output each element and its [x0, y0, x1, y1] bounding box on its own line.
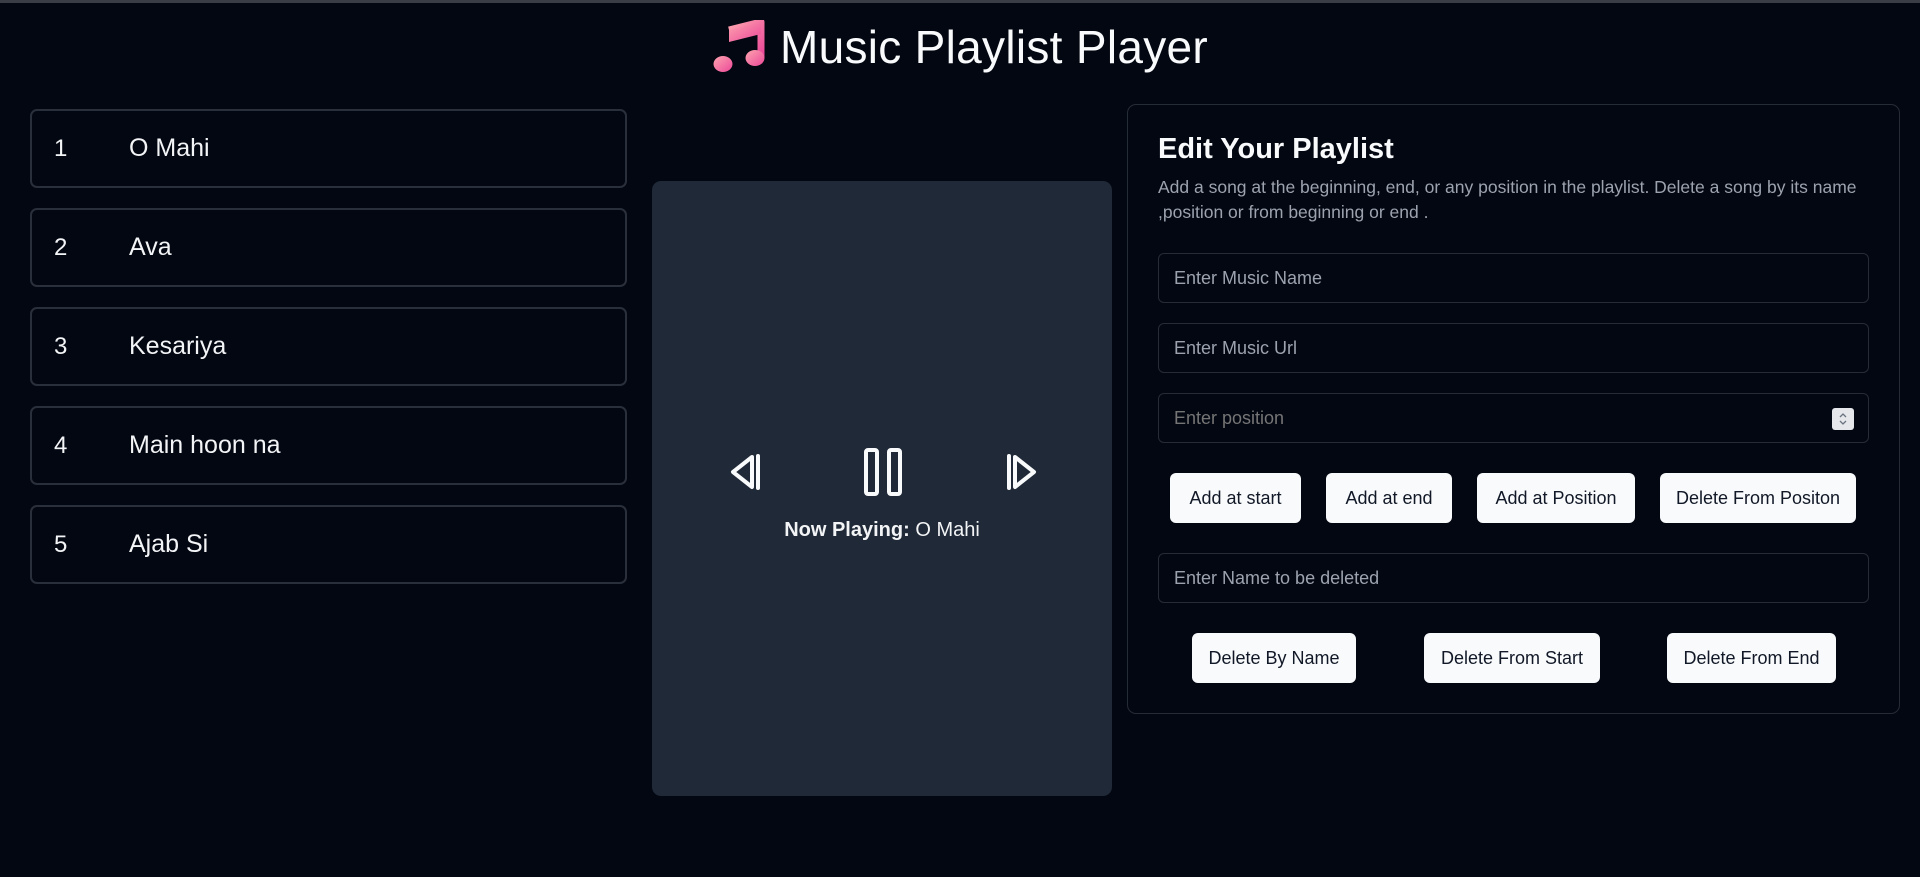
- window-top-border: [0, 0, 1920, 3]
- position-input[interactable]: [1159, 394, 1868, 442]
- playlist: 1 O Mahi 2 Ava 3 Kesariya 4 Main hoon na…: [30, 109, 627, 604]
- editor-description: Add a song at the beginning, end, or any…: [1158, 177, 1857, 222]
- delete-from-position-button[interactable]: Delete From Positon: [1660, 473, 1856, 523]
- song-number: 2: [54, 233, 68, 261]
- editor-title: Edit Your Playlist: [1158, 133, 1394, 165]
- player-panel: Now Playing: O Mahi: [652, 181, 1112, 796]
- playlist-item[interactable]: 3 Kesariya: [30, 307, 627, 386]
- skip-next-icon[interactable]: [999, 439, 1045, 505]
- page-title: Music Playlist Player: [779, 21, 1209, 73]
- pause-icon[interactable]: [858, 439, 908, 505]
- app-header: Music Playlist Player: [0, 14, 1920, 80]
- song-number: 4: [54, 431, 68, 459]
- song-name: Ajab Si: [129, 530, 209, 558]
- add-at-start-button[interactable]: Add at start: [1170, 473, 1301, 523]
- playlist-item[interactable]: 1 O Mahi: [30, 109, 627, 188]
- song-name: Ava: [129, 233, 172, 261]
- position-field: [1158, 393, 1869, 443]
- delete-from-end-button[interactable]: Delete From End: [1667, 633, 1836, 683]
- now-playing-song: O Mahi: [915, 519, 980, 541]
- song-name: Main hoon na: [129, 431, 281, 459]
- playlist-item[interactable]: 4 Main hoon na: [30, 406, 627, 485]
- now-playing-label: Now Playing:: [784, 519, 910, 541]
- delete-by-name-button[interactable]: Delete By Name: [1192, 633, 1356, 683]
- song-number: 1: [54, 134, 68, 162]
- now-playing: Now Playing: O Mahi: [652, 519, 1112, 542]
- number-stepper[interactable]: [1832, 408, 1854, 430]
- song-name: Kesariya: [129, 332, 227, 360]
- delete-from-start-button[interactable]: Delete From Start: [1424, 633, 1600, 683]
- playlist-item[interactable]: 5 Ajab Si: [30, 505, 627, 584]
- music-note-icon: [712, 19, 766, 75]
- player-controls: [652, 439, 1112, 505]
- skip-previous-icon[interactable]: [722, 439, 768, 505]
- playlist-item[interactable]: 2 Ava: [30, 208, 627, 287]
- edit-playlist-panel: Edit Your Playlist Add a song at the beg…: [1127, 104, 1900, 714]
- music-url-input[interactable]: [1158, 323, 1869, 373]
- delete-name-input[interactable]: [1158, 553, 1869, 603]
- song-number: 3: [54, 332, 68, 360]
- add-at-position-button[interactable]: Add at Position: [1477, 473, 1635, 523]
- song-number: 5: [54, 530, 68, 558]
- music-name-input[interactable]: [1158, 253, 1869, 303]
- add-at-end-button[interactable]: Add at end: [1326, 473, 1452, 523]
- song-name: O Mahi: [129, 134, 210, 162]
